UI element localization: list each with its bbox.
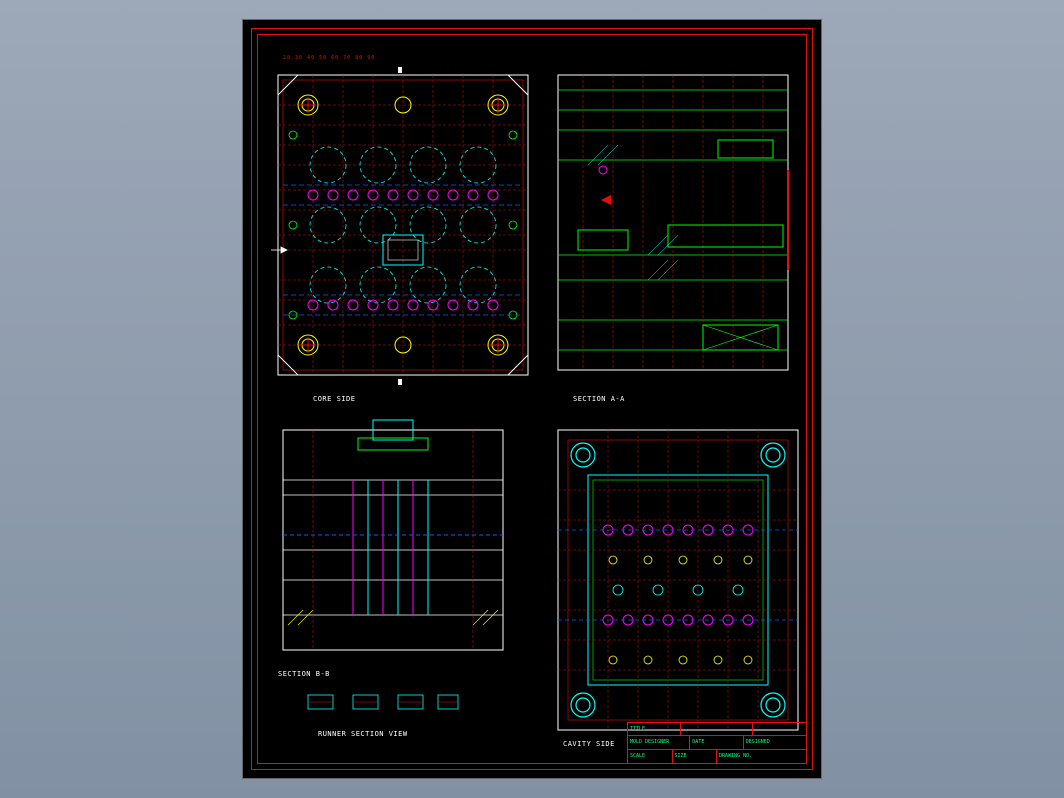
tb-r1c3 bbox=[753, 723, 806, 735]
dimension-ticks-top: 20 30 40 50 60 70 80 90 bbox=[283, 55, 375, 61]
view-section-bb[interactable] bbox=[273, 420, 523, 670]
tb-scale: SCALE bbox=[628, 750, 673, 763]
view-runner-details[interactable] bbox=[303, 690, 463, 715]
tb-size: SIZE bbox=[673, 750, 718, 763]
cad-drawing-sheet[interactable]: 20 30 40 50 60 70 80 90 bbox=[242, 19, 822, 779]
label-section-aa: SECTION A-A bbox=[573, 395, 625, 403]
view-core-side[interactable] bbox=[273, 65, 533, 385]
tb-title-label: TITLE bbox=[628, 723, 681, 735]
view-cavity-side[interactable] bbox=[553, 420, 803, 740]
view-section-aa[interactable] bbox=[553, 70, 803, 380]
label-core-side: CORE SIDE bbox=[313, 395, 355, 403]
label-section-bb: SECTION B-B bbox=[278, 670, 330, 678]
label-cavity-side: CAVITY SIDE bbox=[563, 740, 615, 748]
tb-designed: DESIGNED bbox=[744, 736, 806, 748]
tb-designer: MOLD DESIGNER bbox=[628, 736, 690, 748]
tb-date: DATE bbox=[690, 736, 743, 748]
label-runner-section: RUNNER SECTION VIEW bbox=[318, 730, 408, 738]
tb-title-value bbox=[681, 723, 752, 735]
title-block: TITLE MOLD DESIGNER DATE DESIGNED SCALE … bbox=[627, 722, 807, 764]
tb-drawing-no: DRAWING NO. bbox=[717, 750, 806, 763]
